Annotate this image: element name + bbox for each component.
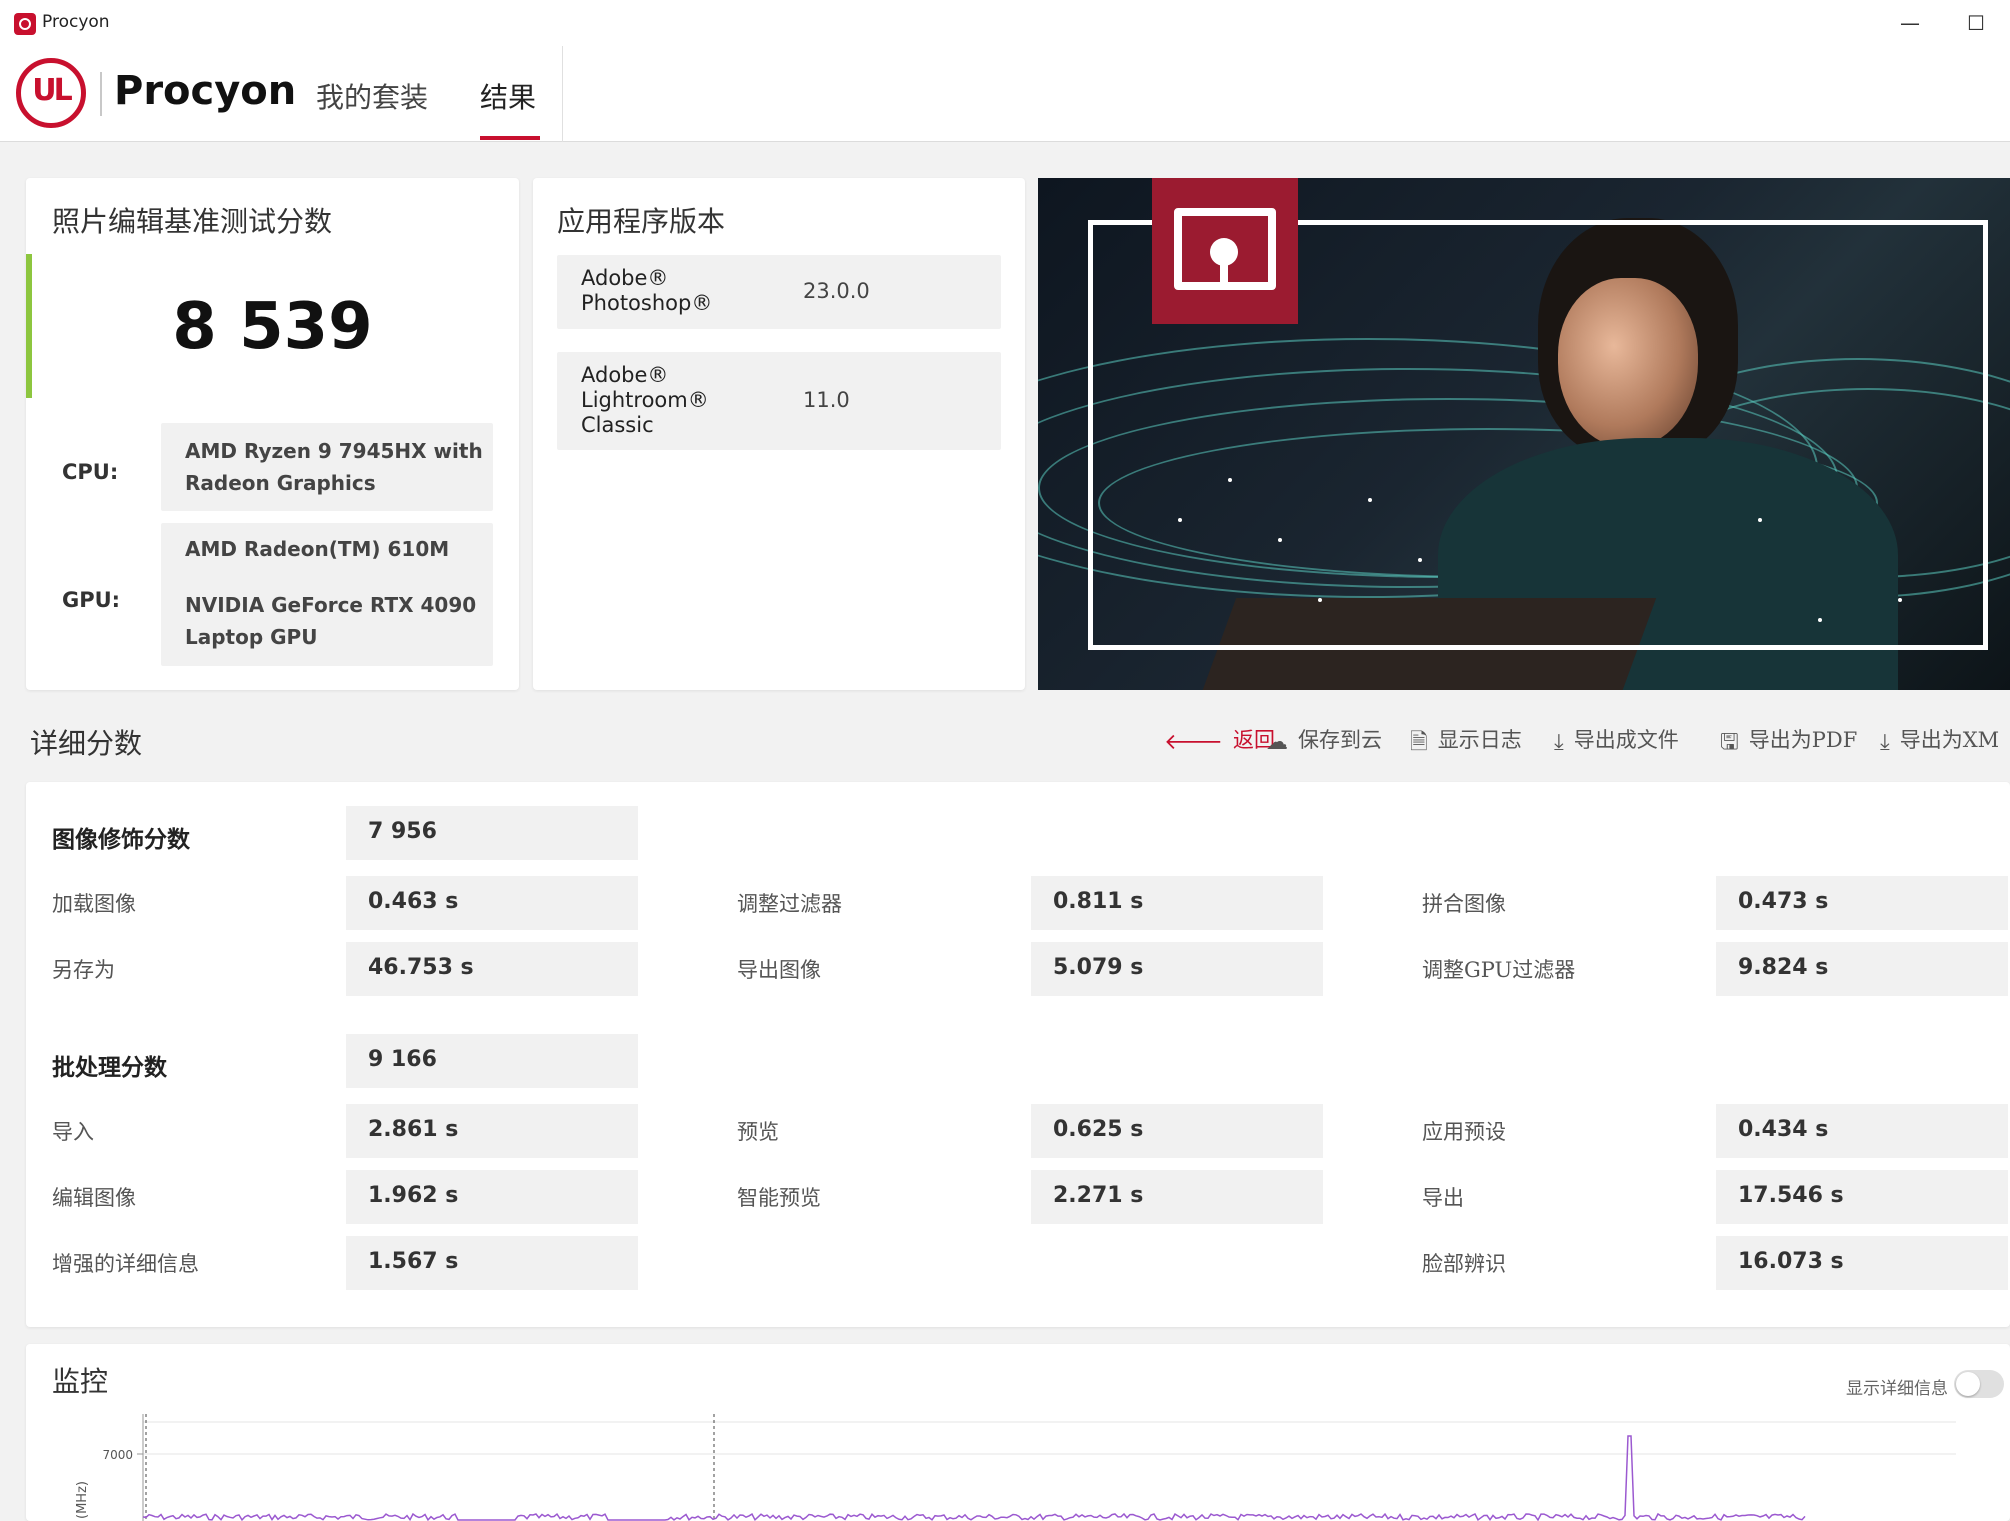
photo-editing-badge-icon [1152,178,1298,324]
gpu-value-3: Laptop GPU [185,625,318,649]
window-title: Procyon [42,12,110,32]
metric-value-box: 0.463 s [346,876,638,930]
y-axis-label: (MHz) [75,1481,90,1519]
version-card-title: 应用程序版本 [557,205,726,238]
export-xml-button[interactable]: ⤓ 导出为XM [1880,724,1999,755]
metric-label: 导出 [1422,1186,1464,1210]
tab-my-suites[interactable]: 我的套装 [316,76,428,116]
metric-label: 加载图像 [52,892,136,916]
document-icon: 🗎 [1410,730,1428,755]
title-bar: Procyon — ☐ [0,0,2010,46]
app-name-line: Classic [581,413,654,437]
metric-label: 智能预览 [737,1186,821,1210]
app-version-card: 应用程序版本 Adobe® Photoshop® 23.0.0 Adobe® L… [533,178,1025,690]
metric-label: 编辑图像 [52,1186,136,1210]
app-name-line: Adobe® [581,266,669,290]
gpu-value-box: AMD Radeon(TM) 610M NVIDIA GeForce RTX 4… [161,523,493,666]
download-icon: ⤓ [1880,730,1890,755]
gpu-label: GPU: [62,588,121,612]
metric-value-box: 17.546 s [1716,1170,2008,1224]
active-tab-indicator [480,136,540,140]
benchmark-hero-image [1038,178,2010,690]
app-name-line: Photoshop® [581,291,713,315]
metric-label: 另存为 [52,958,115,982]
show-details-toggle[interactable] [1954,1370,2004,1398]
save-icon: 🖫 [1720,730,1739,755]
metric-value-box: 0.811 s [1031,876,1323,930]
download-icon: ⤓ [1554,730,1564,755]
app-window: Procyon — ☐ UL Procyon 我的套装 结果 照片编辑基准测试分… [0,0,2010,1521]
metric-label: 增强的详细信息 [52,1252,199,1276]
brand-divider [100,72,102,116]
image-retouching-score-box: 7 956 [346,806,638,860]
cpu-value-box: AMD Ryzen 9 7945HX with Radeon Graphics [161,423,493,511]
metric-value-box: 46.753 s [346,942,638,996]
version-row-photoshop: Adobe® Photoshop® 23.0.0 [557,255,1001,329]
chart-plot-area: 7000 (MHz) [75,1414,1956,1521]
metric-value-box: 0.473 s [1716,876,2008,930]
tab-results[interactable]: 结果 [480,76,536,116]
metric-value-box: 16.073 s [1716,1236,2008,1290]
overall-score: 8 539 [172,290,373,364]
metric-value-box: 5.079 s [1031,942,1323,996]
metric-value-box: 1.567 s [346,1236,638,1290]
metric-label: 脸部辨识 [1422,1252,1506,1276]
show-log-button[interactable]: 🗎 显示日志 [1410,724,1522,763]
metric-value-box: 1.962 s [346,1170,638,1224]
gpu-value-2: NVIDIA GeForce RTX 4090 [185,593,477,617]
back-button[interactable]: 🡐 返回 [1164,724,1275,755]
export-to-file-button[interactable]: ⤓ 导出成文件 [1554,724,1679,755]
detailed-scores-card: 图像修饰分数 7 956 加载图像 0.463 s 调整过滤器 0.811 s … [26,782,2010,1327]
version-row-lightroom: Adobe® Lightroom® Classic 11.0 [557,352,1001,450]
gpu-value-1: AMD Radeon(TM) 610M [185,537,450,561]
app-name-line: Adobe® [581,363,669,387]
metric-label: 拼合图像 [1422,892,1506,916]
detailed-scores-title: 详细分数 [30,727,143,760]
monitoring-card: 监控 显示详细信息 7000 (MHz) [26,1344,2010,1521]
metric-value-box: 2.861 s [346,1104,638,1158]
metric-label: 导入 [52,1120,94,1144]
score-card-title: 照片编辑基准测试分数 [52,205,333,238]
batch-processing-score-label: 批处理分数 [52,1054,167,1081]
app-header: UL Procyon 我的套装 结果 [0,46,2010,142]
score-card: 照片编辑基准测试分数 8 539 CPU: AMD Ryzen 9 7945HX… [26,178,519,690]
back-arrow-icon: 🡐 [1164,730,1223,755]
frequency-series-line [142,1435,1806,1521]
metric-value-box: 2.271 s [1031,1170,1323,1224]
cpu-label: CPU: [62,460,119,484]
metric-label: 预览 [737,1120,779,1144]
metric-value-box: 9.824 s [1716,942,2008,996]
cpu-value-line-1: AMD Ryzen 9 7945HX with [185,439,483,463]
image-retouching-score-label: 图像修饰分数 [52,826,190,853]
procyon-app-icon [14,13,36,35]
app-version-value: 11.0 [803,388,850,412]
cloud-upload-icon: ☁ [1266,730,1288,755]
metric-value-box: 0.434 s [1716,1104,2008,1158]
brand-name: Procyon [114,68,297,114]
ul-logo: UL [16,58,86,128]
metric-label: 应用预设 [1422,1120,1506,1144]
metric-label: 导出图像 [737,958,821,982]
metric-label: 调整GPU过滤器 [1422,958,1576,982]
show-details-label: 显示详细信息 [1846,1379,1948,1399]
monitoring-chart: 7000 (MHz) [75,1414,1956,1521]
minimize-button[interactable]: — [1890,8,1930,38]
maximize-button[interactable]: ☐ [1956,8,1996,38]
monitoring-title: 监控 [52,1365,109,1398]
app-version-value: 23.0.0 [803,279,870,303]
app-name-line: Lightroom® [581,388,709,412]
nav-divider [562,46,563,142]
toggle-knob [1956,1372,1980,1396]
batch-processing-score-box: 9 166 [346,1034,638,1088]
save-to-cloud-button[interactable]: ☁ 保存到云 [1266,724,1382,755]
metric-label: 调整过滤器 [737,892,842,916]
y-tick-label: 7000 [102,1448,133,1462]
metric-value-box: 0.625 s [1031,1104,1323,1158]
export-pdf-button[interactable]: 🖫 导出为PDF [1720,724,1857,763]
cpu-value-line-2: Radeon Graphics [185,471,376,495]
